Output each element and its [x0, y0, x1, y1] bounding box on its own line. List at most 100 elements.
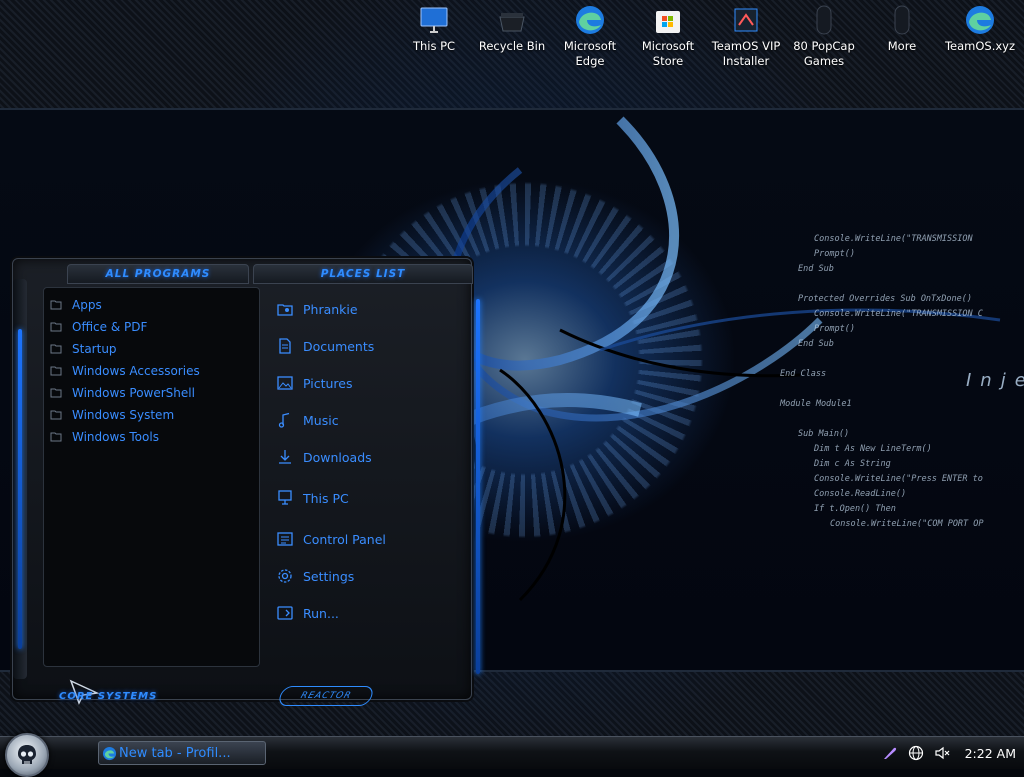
edge-icon: [102, 746, 117, 761]
places-list-panel: Phrankie Documents Pictures Music Downloads T…: [263, 289, 471, 659]
code-line: Protected Overrides Sub OnTxDone(): [798, 294, 972, 304]
desktop-icon-row: This PC Recycle Bin Microsoft Edge Microsof…: [395, 4, 1019, 76]
code-line: End Class: [780, 369, 827, 379]
place-item-control-panel[interactable]: Control Panel: [277, 531, 386, 547]
desktop-icon-label: This PC: [412, 39, 456, 53]
code-line: Console.WriteLine("TRANSMISSION C: [814, 309, 983, 319]
folder-icon: [50, 300, 62, 310]
game-icon: [808, 4, 840, 36]
desktop-icon-label: Microsoft Edge: [563, 39, 617, 68]
code-line: Console.ReadLine(): [814, 489, 907, 499]
taskbar: New tab - Profil... 2:22 AM: [0, 733, 1024, 777]
place-item-label: Phrankie: [303, 301, 358, 317]
code-line: Dim t As New LineTerm(): [814, 444, 932, 454]
start-menu-left-rail: [13, 279, 27, 679]
program-folder-label: Windows Accessories: [72, 364, 200, 378]
place-item-label: Settings: [303, 568, 355, 584]
desktop-icon-popcap-games[interactable]: 80 PopCap Games: [785, 4, 863, 76]
start-menu-footer: CORE SYSTEMS REACTOR: [25, 677, 475, 719]
program-folder-item[interactable]: Windows Accessories: [44, 360, 259, 382]
places-list-header: PLACES LIST: [253, 264, 473, 284]
program-folder-item[interactable]: Windows System: [44, 404, 259, 426]
document-icon: [277, 338, 293, 354]
program-folder-item[interactable]: Apps: [44, 294, 259, 316]
place-item-this-pc[interactable]: This PC: [277, 490, 349, 506]
store-icon: [652, 4, 684, 36]
desktop-icon-more[interactable]: More: [863, 4, 941, 76]
installer-icon: [730, 4, 762, 36]
wallpaper-inject-text: Inje: [966, 370, 1024, 391]
place-item-pictures[interactable]: Pictures: [277, 375, 353, 391]
speaker-muted-icon[interactable]: [933, 744, 951, 762]
program-folder-label: Windows Tools: [72, 430, 159, 444]
all-programs-header: ALL PROGRAMS: [67, 264, 249, 284]
place-item-run[interactable]: Run...: [277, 605, 339, 621]
place-item-label: Pictures: [303, 375, 353, 391]
program-folder-item[interactable]: Windows Tools: [44, 426, 259, 448]
desktop-icon-microsoft-edge[interactable]: Microsoft Edge: [551, 4, 629, 76]
place-item-label: Documents: [303, 338, 375, 354]
program-folder-label: Windows System: [72, 408, 175, 422]
folder-icon: [50, 322, 62, 332]
program-folder-item[interactable]: Office & PDF: [44, 316, 259, 338]
start-menu-frame: ALL PROGRAMS PLACES LIST Apps Office & PD…: [12, 258, 480, 706]
desktop-icon-label: More: [887, 39, 917, 53]
desktop-icon-this-pc[interactable]: This PC: [395, 4, 473, 76]
recycle-bin-icon: [496, 4, 528, 36]
code-line: Console.WriteLine("Press ENTER to: [814, 474, 983, 484]
desktop-icon-label: Microsoft Store: [641, 39, 695, 68]
program-folder-item[interactable]: Startup: [44, 338, 259, 360]
place-item-phrankie[interactable]: Phrankie: [277, 301, 358, 317]
folder-icon: [50, 432, 62, 442]
place-item-downloads[interactable]: Downloads: [277, 449, 372, 465]
code-line: Module Module1: [780, 399, 852, 409]
taskbar-window-title: New tab - Profil...: [119, 745, 231, 761]
desktop-icon-label: Recycle Bin: [478, 39, 546, 53]
program-folder-item[interactable]: Windows PowerShell: [44, 382, 259, 404]
code-line: If t.Open() Then: [814, 504, 896, 514]
user-folder-icon: [277, 301, 293, 317]
start-button[interactable]: [5, 733, 49, 777]
desktop-icon-label: TeamOS.xyz: [944, 39, 1016, 53]
place-item-label: Control Panel: [303, 531, 386, 547]
place-item-documents[interactable]: Documents: [277, 338, 374, 354]
desktop-icon-teamos-vip-installer[interactable]: TeamOS VIP Installer: [707, 4, 785, 76]
program-folder-label: Startup: [72, 342, 117, 356]
capsule-icon: [886, 4, 918, 36]
folder-icon: [50, 410, 62, 420]
desktop-icon-recycle-bin[interactable]: Recycle Bin: [473, 4, 551, 76]
reactor-logo: REACTOR: [276, 686, 376, 706]
feather-icon[interactable]: [881, 744, 899, 762]
place-item-music[interactable]: Music: [277, 412, 339, 428]
music-note-icon: [277, 412, 293, 428]
start-menu: ALL PROGRAMS PLACES LIST Apps Office & PD…: [4, 258, 480, 723]
computer-icon: [277, 490, 293, 506]
program-folder-label: Windows PowerShell: [72, 386, 195, 400]
taskbar-clock[interactable]: 2:22 AM: [965, 746, 1016, 761]
code-line: Dim c As String: [814, 459, 891, 469]
code-line: Console.WriteLine("TRANSMISSION: [814, 234, 973, 244]
program-list: Apps Office & PDF Startup Windows Accessori…: [44, 294, 259, 448]
all-programs-panel: Apps Office & PDF Startup Windows Accessori…: [43, 287, 260, 667]
desktop-icon-microsoft-store[interactable]: Microsoft Store: [629, 4, 707, 76]
code-line: Prompt(): [814, 249, 855, 259]
code-line: End Sub: [798, 339, 834, 349]
taskbar-browser-window[interactable]: New tab - Profil...: [98, 741, 266, 765]
folder-icon: [50, 344, 62, 354]
network-globe-icon[interactable]: [907, 744, 925, 762]
monitor-icon: [418, 4, 450, 36]
place-item-label: Music: [303, 412, 339, 428]
code-line: Sub Main(): [798, 429, 850, 439]
control-panel-icon: [277, 531, 293, 547]
code-line: Console.WriteLine("COM PORT OP: [830, 519, 984, 529]
place-item-settings[interactable]: Settings: [277, 568, 354, 584]
program-folder-label: Apps: [72, 298, 102, 312]
skull-icon: [18, 745, 36, 764]
place-item-label: Downloads: [303, 449, 372, 465]
edge-icon: [964, 4, 996, 36]
desktop-icon-teamos-xyz[interactable]: TeamOS.xyz: [941, 4, 1019, 76]
folder-icon: [50, 388, 62, 398]
download-arrow-icon: [277, 449, 293, 465]
